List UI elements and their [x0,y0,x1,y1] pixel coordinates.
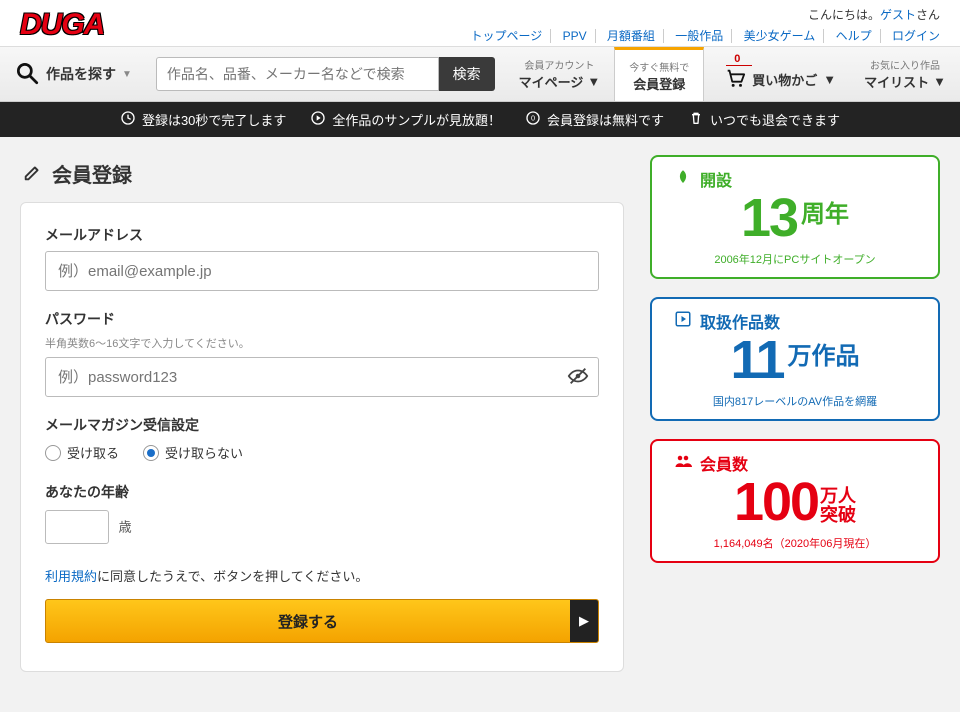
submit-button[interactable]: 登録する ▶ [45,599,599,643]
radio-icon [45,445,61,461]
chevron-down-icon: ▼ [587,74,600,89]
link-general[interactable]: 一般作品 [667,29,732,43]
cart-icon [724,67,746,92]
magazine-yes[interactable]: 受け取る [45,443,119,462]
email-field[interactable] [45,251,599,291]
page-title: 会員登録 [52,159,132,188]
nav-mylist-small: お気に入り作品 [870,57,940,72]
password-label: パスワード [45,309,599,329]
cart-count: 0 [734,53,740,65]
link-games[interactable]: 美少女ゲーム [736,29,825,43]
age-label: あなたの年齢 [45,482,599,502]
promo-quit: いつでも退会できます [710,110,840,129]
badge-anniversary: 開設 13周年 2006年12月にPCサイトオープン [650,155,940,279]
search-icon [14,60,40,89]
age-unit: 歳 [119,520,132,535]
main-nav: 作品を探す ▼ 検索 会員アカウント マイページ▼ 今すぐ無料で 会員登録 0 … [0,46,960,102]
promo-free: 会員登録は無料です [547,110,664,129]
nav-cart[interactable]: 0 買い物かご ▼ [704,47,850,101]
badge-works: 取扱作品数 11万作品 国内817レーベルのAV作品を網羅 [650,297,940,421]
nav-mylist-big: マイリスト [864,72,929,91]
chevron-down-icon: ▼ [122,69,132,80]
badge-green-sub: 2006年12月にPCサイトオープン [668,251,922,267]
play-icon [310,110,326,129]
magazine-label: メールマガジン受信設定 [45,415,599,435]
badge-blue-sub: 国内817レーベルのAV作品を網羅 [668,393,922,409]
cart-underline [726,65,752,66]
nav-mypage-big: マイページ [519,72,584,91]
badge-red-num: 100 [734,475,818,529]
chevron-down-icon: ▼ [823,72,836,87]
leaf-icon [674,168,692,191]
submit-label: 登録する [46,611,570,632]
badge-blue-num: 11 [730,333,783,387]
nav-cart-label: 買い物かご [752,70,817,89]
edit-icon [22,161,44,186]
terms-rest: に同意したうえで、ボタンを押してください。 [97,569,368,584]
register-form: メールアドレス パスワード 半角英数6〜16文字で入力してください。 メールマガ… [20,202,624,672]
magazine-no[interactable]: 受け取らない [143,443,243,462]
search-input[interactable] [156,57,439,91]
svg-text:0: 0 [531,114,535,123]
promo-bar: 登録は30秒で完了します 全作品のサンプルが見放題！ 0 会員登録は無料です いつ… [0,102,960,137]
trash-icon [688,110,704,129]
badge-members: 会員数 100万人突破 1,164,049名（2020年06月現在） [650,439,940,563]
nav-register-big: 会員登録 [633,74,685,93]
terms-line: 利用規約に同意したうえで、ボタンを押してください。 [45,566,599,585]
terms-link[interactable]: 利用規約 [45,569,97,584]
magazine-no-label: 受け取らない [165,443,243,462]
badge-red-l1: 万人 [820,487,856,506]
nav-mypage[interactable]: 会員アカウント マイページ▼ [505,47,615,101]
nav-mylist[interactable]: お気に入り作品 マイリスト ▼ [850,47,960,101]
link-top[interactable]: トップページ [462,29,551,43]
search-button[interactable]: 検索 [439,57,495,91]
link-monthly[interactable]: 月額番組 [599,29,664,43]
badge-green-title: 開設 [700,167,732,191]
greeting-prefix: こんにちは。 [808,8,880,22]
magazine-yes-label: 受け取る [67,443,119,462]
arrow-right-icon: ▶ [570,600,598,642]
site-logo[interactable]: DUGA [20,8,104,42]
link-login[interactable]: ログイン [884,29,940,43]
badge-red-l2: 突破 [820,506,856,525]
greeting-suffix: さん [916,8,940,22]
greeting-guest: ゲスト [880,8,916,22]
promo-samples: 全作品のサンプルが見放題！ [332,110,501,129]
greeting-text: こんにちは。ゲストさん [462,6,940,23]
clock-icon [120,110,136,129]
nav-register[interactable]: 今すぐ無料で 会員登録 [614,47,704,101]
nav-register-small: 今すぐ無料で [629,59,689,74]
link-ppv[interactable]: PPV [555,29,596,43]
nav-search-category[interactable]: 作品を探す ▼ [0,47,146,101]
badge-green-suffix: 周年 [801,194,849,229]
badge-red-sub: 1,164,049名（2020年06月現在） [668,535,922,551]
link-help[interactable]: ヘルプ [828,29,881,43]
nav-search-label: 作品を探す [46,64,116,84]
promo-30sec: 登録は30秒で完了します [142,110,286,129]
email-label: メールアドレス [45,225,599,245]
badge-blue-suffix: 万作品 [788,336,860,371]
chevron-down-icon: ▼ [933,74,946,89]
age-field[interactable] [45,510,109,544]
top-nav-links: トップページ PPV 月額番組 一般作品 美少女ゲーム ヘルプ ログイン [462,27,940,44]
nav-mypage-small: 会員アカウント [524,57,594,72]
radio-icon [143,445,159,461]
password-help: 半角英数6〜16文字で入力してください。 [45,335,599,351]
toggle-password-icon[interactable] [567,365,589,390]
free-icon: 0 [525,110,541,129]
password-field[interactable] [45,357,599,397]
badge-green-num: 13 [741,191,797,245]
play-square-icon [674,310,692,333]
users-icon [674,452,692,475]
